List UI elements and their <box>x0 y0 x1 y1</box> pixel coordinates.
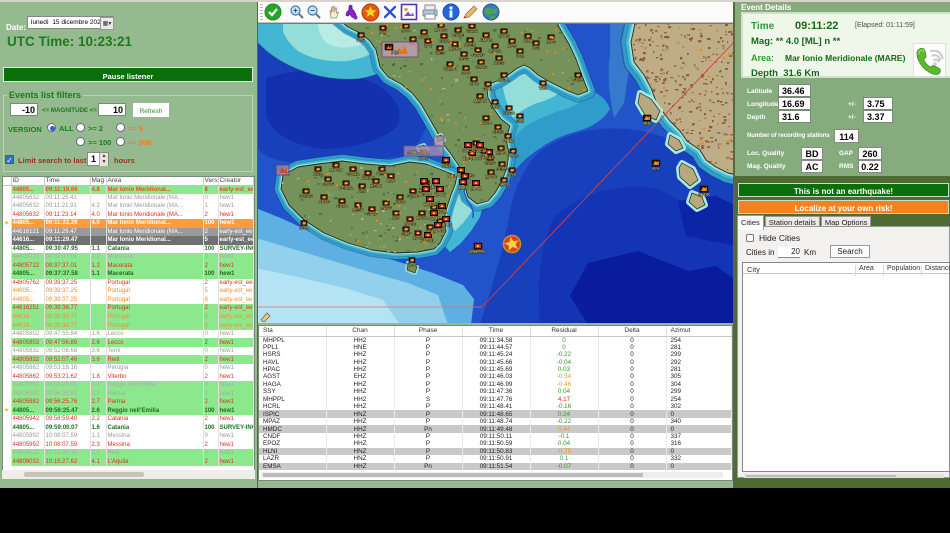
svg-text:COMA: COMA <box>347 171 360 176</box>
svg-text:VAGA: VAGA <box>503 110 515 115</box>
svg-text:PIM: PIM <box>379 30 387 35</box>
svg-text:HAGA: HAGA <box>424 202 436 207</box>
svg-text:MOCO: MOCO <box>434 27 448 32</box>
svg-text:ACEP: ACEP <box>493 60 505 65</box>
svg-text:MGLL: MGLL <box>498 77 510 82</box>
svg-text:TRIV: TRIV <box>490 104 500 109</box>
svg-text:NAS: NAS <box>314 171 323 176</box>
svg-text:ZTR: ZTR <box>516 53 524 58</box>
svg-text:PIN: PIN <box>644 121 651 126</box>
svg-text:PSAG: PSAG <box>483 155 495 160</box>
svg-text:SOO: SOO <box>461 70 471 75</box>
svg-text:AIO: AIO <box>392 215 400 220</box>
svg-text:PRA: PRA <box>357 37 366 42</box>
svg-text:OLMT: OLMT <box>428 216 440 221</box>
svg-text:RESU: RESU <box>352 207 364 212</box>
svg-text:ILOS: ILOS <box>418 156 428 161</box>
svg-text:AVIAN: AVIAN <box>362 175 375 180</box>
svg-text:CLTB: CLTB <box>337 203 348 208</box>
svg-text:PLAC: PLAC <box>507 153 518 158</box>
svg-text:PETRA: PETRA <box>339 185 353 190</box>
svg-text:EPOZ: EPOZ <box>434 192 446 197</box>
svg-text:MILZ: MILZ <box>496 150 506 155</box>
svg-text:GIUL: GIUL <box>483 86 493 91</box>
svg-text:FIUM: FIUM <box>503 138 514 143</box>
svg-text:SGG: SGG <box>459 56 468 61</box>
svg-text:SOO: SOO <box>401 28 411 33</box>
svg-text:GRAG: GRAG <box>472 52 485 57</box>
svg-text:MOTT: MOTT <box>485 174 497 179</box>
svg-text:HICSPOC: HICSPOC <box>462 156 481 161</box>
svg-text:SCIAG: SCIAG <box>299 193 312 198</box>
svg-text:WDG: WDG <box>407 263 417 268</box>
svg-text:TAR: TAR <box>539 85 547 90</box>
svg-text:SOR: SOR <box>507 172 516 177</box>
svg-text:LT2: LT2 <box>532 45 540 50</box>
svg-text:LITH: LITH <box>523 38 532 43</box>
svg-text:CAIA: CAIA <box>439 38 449 43</box>
svg-text:RUCC: RUCC <box>404 221 416 226</box>
svg-text:LUT: LUT <box>424 43 433 48</box>
svg-text:SIRI: SIRI <box>516 118 524 123</box>
svg-text:CRAG: CRAG <box>322 181 334 186</box>
svg-text:CET2: CET2 <box>493 129 504 134</box>
svg-text:WES: WES <box>435 50 445 55</box>
svg-text:MMLN: MMLN <box>474 98 487 103</box>
svg-text:MHPPL: MHPPL <box>470 249 486 254</box>
svg-text:PIM: PIM <box>391 50 399 55</box>
svg-text:AMUR: AMUR <box>480 37 493 42</box>
svg-text:CASP: CASP <box>484 160 496 165</box>
svg-text:CHCB: CHCB <box>498 182 510 187</box>
svg-text:CRAC: CRAC <box>475 64 487 69</box>
svg-text:ACER: ACER <box>464 42 476 47</box>
svg-text:ATN: ATN <box>358 188 366 193</box>
svg-text:MILZ: MILZ <box>441 163 451 168</box>
svg-text:ROG: ROG <box>546 39 556 44</box>
svg-text:RAFF: RAFF <box>380 205 392 210</box>
svg-text:CAVE: CAVE <box>452 32 464 37</box>
svg-text:NOCI: NOCI <box>499 33 509 38</box>
svg-text:KIA: KIA <box>652 166 659 171</box>
svg-text:GMP: GMP <box>401 231 411 236</box>
svg-text:OPFF: OPFF <box>318 199 330 204</box>
svg-text:GCIB: GCIB <box>573 77 583 82</box>
svg-text:MUCH: MUCH <box>330 167 343 172</box>
svg-text:HAVL: HAVL <box>416 215 428 220</box>
svg-text:@FIL-I$NA: @FIL-I$NA <box>407 150 430 155</box>
svg-text:LUPIS: LUPIS <box>432 228 445 233</box>
svg-text:SERS: SERS <box>496 166 508 171</box>
svg-text:CHCB: CHCB <box>474 148 486 153</box>
svg-text:SOO: SOO <box>299 226 309 231</box>
svg-text:MPAZ: MPAZ <box>470 186 482 191</box>
svg-text:NOS: NOS <box>507 43 516 48</box>
svg-text:CAPA: CAPA <box>466 28 478 33</box>
svg-text:CUC: CUC <box>469 81 478 86</box>
svg-text:AVZZ: AVZZ <box>395 199 406 204</box>
svg-text:GHCA: GHCA <box>462 148 474 153</box>
svg-text:LSN: LSN <box>387 178 395 183</box>
svg-text:MEPH: MEPH <box>370 183 382 188</box>
svg-text:SCHC: SCHC <box>407 193 419 198</box>
svg-text:LAZR: LAZR <box>457 185 468 190</box>
svg-text:NYDR: NYDR <box>698 192 710 197</box>
